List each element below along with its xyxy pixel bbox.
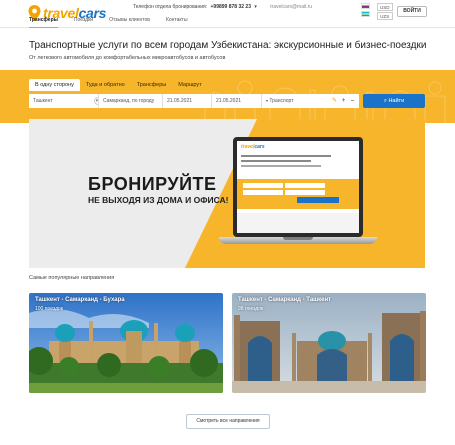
search-form: Ташкент ⇄ Самарканд, по городу 21.05.202… [29, 94, 359, 108]
date-to-field[interactable]: 21.05.2021 [212, 94, 262, 108]
screen-logo: travelcars [241, 144, 265, 150]
russian-flag-icon[interactable] [361, 3, 370, 9]
nav-transfers[interactable]: Трансферы [29, 17, 58, 28]
email-link[interactable]: travelcars@mail.ru [270, 4, 312, 10]
destination-card[interactable]: Ташкент - Самарканд - Бухара 100 поездок [29, 293, 223, 393]
banner-headline: БРОНИРУЙТЕ [88, 174, 217, 194]
popular-destinations-title: Самые популярные направления [29, 275, 115, 281]
chevron-down-icon[interactable]: ▾ [254, 4, 257, 10]
search-button-label: Найти [388, 98, 405, 104]
currency-switcher: USD UZS [377, 3, 393, 21]
nav-contacts[interactable]: Контакты [166, 17, 188, 28]
tab-transfers[interactable]: Трансферы [131, 79, 173, 91]
to-value: Самарканд, по городу [103, 98, 155, 104]
language-switcher [361, 3, 370, 19]
nav-trips[interactable]: Поездки [74, 17, 93, 28]
search-icon: ⌕ [383, 98, 387, 104]
tab-round-trip[interactable]: Туда и обратно [80, 79, 131, 91]
nav-reviews[interactable]: Отзывы клиентов [109, 17, 150, 28]
plus-icon[interactable]: + [339, 94, 348, 108]
to-field[interactable]: Самарканд, по городу [99, 94, 163, 108]
tab-route[interactable]: Маршрут [172, 79, 207, 91]
pencil-icon[interactable]: ✎ [330, 94, 339, 108]
date-from-field[interactable]: 21.05.2021 [163, 94, 212, 108]
page-title: Транспортные услуги по всем городам Узбе… [29, 40, 427, 51]
card-title: Ташкент - Самарканд - Бухара [35, 297, 125, 303]
destination-card[interactable]: Ташкент - Самарканд - Ташкент 98 поездок [232, 293, 426, 393]
phone-number[interactable]: +99899 878 32 23 [211, 4, 251, 10]
date-from-value: 21.05.2021 [167, 98, 193, 104]
from-field[interactable]: Ташкент ⇄ [29, 94, 99, 108]
currency-uzs[interactable]: UZS [377, 12, 393, 20]
page-subtitle: От легкового автомобиля до комфортабельн… [29, 55, 226, 61]
chevron-down-icon: ▾ [266, 98, 269, 103]
view-all-destinations-button[interactable]: Смотреть все направления [186, 414, 270, 429]
transport-value: Транспорт [269, 98, 294, 104]
promo-banner[interactable]: БРОНИРУЙТЕ НЕ ВЫХОДЯ ИЗ ДОМА И ОФИСА! tr… [29, 119, 425, 268]
trip-type-tabs: В одну сторону Туда и обратно Трансферы … [29, 79, 208, 91]
card-title: Ташкент - Самарканд - Ташкент [238, 297, 332, 303]
search-panel: В одну сторону Туда и обратно Трансферы … [0, 70, 455, 123]
minus-icon[interactable]: – [348, 94, 357, 108]
login-button[interactable]: ВОЙТИ [397, 6, 427, 17]
from-value: Ташкент [33, 98, 53, 104]
laptop-screen: travelcars [233, 137, 363, 237]
currency-usd[interactable]: USD [377, 3, 393, 11]
site-header: travelcars Телефон отдела бронирования: … [0, 0, 455, 28]
banner-subheadline: НЕ ВЫХОДЯ ИЗ ДОМА И ОФИСА! [88, 195, 229, 205]
contact-label: Телефон отдела бронирования: [133, 4, 208, 10]
transport-field[interactable]: ▾ Транспорт ✎ + – [262, 94, 359, 108]
date-to-value: 21.05.2021 [216, 98, 242, 104]
main-nav: Трансферы Поездки Отзывы клиентов Контак… [29, 17, 204, 28]
uzbek-flag-icon[interactable] [361, 11, 370, 17]
search-button[interactable]: ⌕ Найти [363, 94, 425, 108]
laptop-illustration: travelcars [219, 137, 377, 249]
tab-one-way[interactable]: В одну сторону [29, 79, 80, 91]
card-meta: 100 поездок [35, 306, 63, 312]
contact-info: Телефон отдела бронирования: +99899 878 … [133, 4, 312, 10]
card-meta: 98 поездок [238, 306, 264, 312]
